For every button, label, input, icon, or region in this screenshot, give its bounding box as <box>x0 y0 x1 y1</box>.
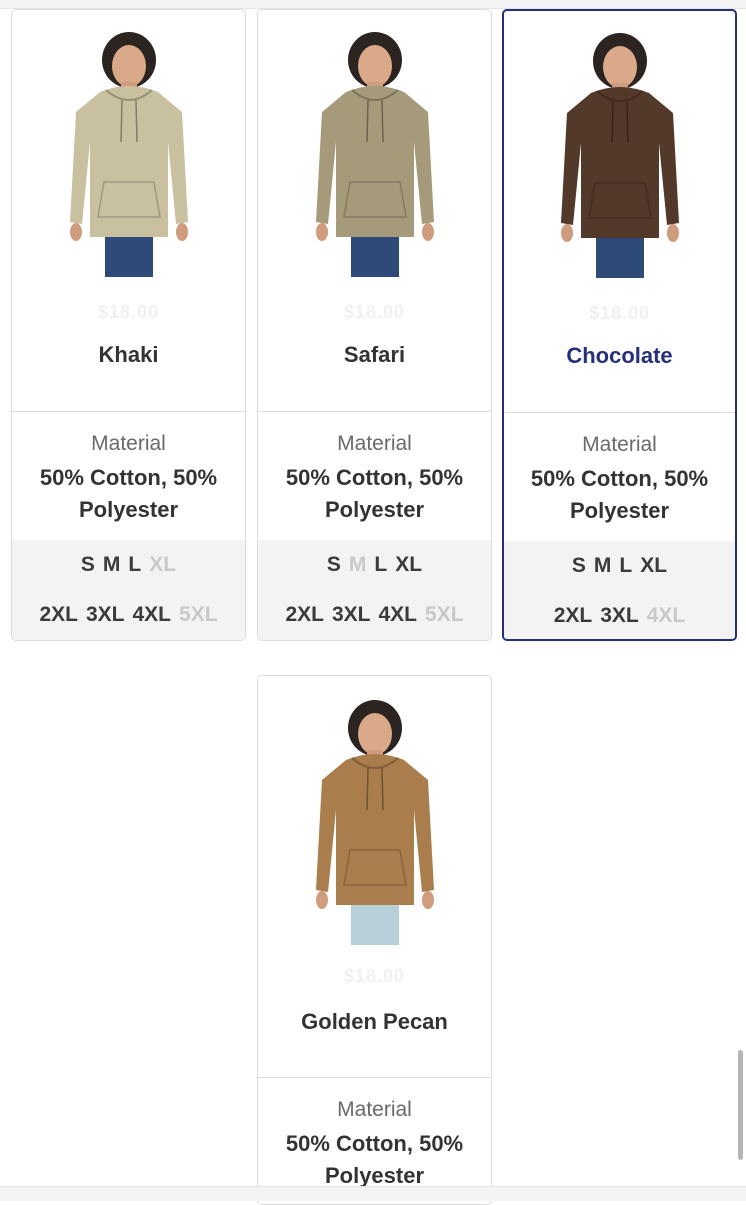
divider <box>258 411 491 412</box>
material-label: Material <box>337 432 412 455</box>
size-option[interactable]: 2XL <box>285 603 324 627</box>
price-label: $18.00 <box>97 302 160 322</box>
material-label: Material <box>91 432 166 455</box>
color-card-safari[interactable]: $18.00 Safari Material 50% Cotton, 50% P… <box>257 9 492 641</box>
material-label: Material <box>582 433 657 456</box>
hoodie-model-illustration <box>560 33 679 278</box>
size-option[interactable]: 2XL <box>39 603 78 627</box>
material-value: 50% Cotton, 50% Polyester <box>39 465 218 522</box>
size-option[interactable]: 3XL <box>332 603 371 627</box>
size-list: S M L XL 2XL 3XL 4XL 5XL <box>258 540 491 640</box>
scrollbar-thumb[interactable] <box>738 1050 743 1160</box>
size-option[interactable]: L <box>128 553 141 577</box>
size-option[interactable]: M <box>594 554 612 578</box>
size-option[interactable]: 2XL <box>554 604 593 628</box>
bottom-edge <box>0 1186 746 1201</box>
top-edge <box>0 0 746 9</box>
size-list: S M L XL 2XL 3XL 4XL <box>504 541 735 639</box>
size-row: 2XL 3XL 4XL 5XL <box>258 603 491 627</box>
product-photo <box>504 11 735 301</box>
size-list: S M L XL 2XL 3XL 4XL 5XL <box>12 540 245 640</box>
size-option[interactable]: L <box>374 553 387 577</box>
hoodie-model-illustration <box>69 32 188 277</box>
size-row: S M L XL <box>258 553 491 577</box>
size-option[interactable]: 3XL <box>86 603 125 627</box>
size-option[interactable]: S <box>572 554 586 578</box>
material-value: 50% Cotton, 50% Polyester <box>285 1131 464 1188</box>
size-option[interactable]: S <box>81 553 95 577</box>
material-label: Material <box>337 1098 412 1121</box>
color-name: Chocolate <box>566 343 673 368</box>
price-label: $18.00 <box>343 966 406 986</box>
size-option[interactable]: XL <box>640 554 667 578</box>
color-name: Golden Pecan <box>301 1009 448 1034</box>
price-label: $18.00 <box>588 303 651 323</box>
size-option[interactable]: XL <box>395 553 422 577</box>
color-card-chocolate[interactable]: $18.00 Chocolate Material 50% Cotton, 50… <box>502 9 737 641</box>
size-row: S M L XL <box>12 553 245 577</box>
size-option[interactable]: M <box>103 553 121 577</box>
material-value: 50% Cotton, 50% Polyester <box>530 466 709 523</box>
size-option[interactable]: L <box>619 554 632 578</box>
product-photo <box>258 676 491 966</box>
material-value: 50% Cotton, 50% Polyester <box>285 465 464 522</box>
size-row: 2XL 3XL 4XL 5XL <box>12 603 245 627</box>
size-option[interactable]: 4XL <box>647 604 686 628</box>
divider <box>258 1077 491 1078</box>
divider <box>12 411 245 412</box>
color-card-golden-pecan[interactable]: $18.00 Golden Pecan Material 50% Cotton,… <box>257 675 492 1205</box>
size-option[interactable]: 4XL <box>379 603 418 627</box>
size-option[interactable]: 4XL <box>133 603 172 627</box>
size-row: 2XL 3XL 4XL <box>504 604 735 628</box>
price-label: $18.00 <box>343 302 406 322</box>
color-name: Khaki <box>98 342 159 367</box>
size-option[interactable]: XL <box>149 553 176 577</box>
size-row: S M L XL <box>504 554 735 578</box>
hoodie-model-illustration <box>315 32 434 277</box>
color-name: Safari <box>343 342 406 367</box>
size-option[interactable]: S <box>327 553 341 577</box>
product-photo <box>12 10 245 300</box>
size-option[interactable]: M <box>349 553 367 577</box>
hoodie-model-illustration <box>315 700 434 945</box>
divider <box>504 412 735 413</box>
size-option[interactable]: 3XL <box>600 604 639 628</box>
color-card-khaki[interactable]: $18.00 Khaki Material 50% Cotton, 50% Po… <box>11 9 246 641</box>
size-option[interactable]: 5XL <box>425 603 464 627</box>
size-option[interactable]: 5XL <box>179 603 218 627</box>
product-photo <box>258 10 491 300</box>
